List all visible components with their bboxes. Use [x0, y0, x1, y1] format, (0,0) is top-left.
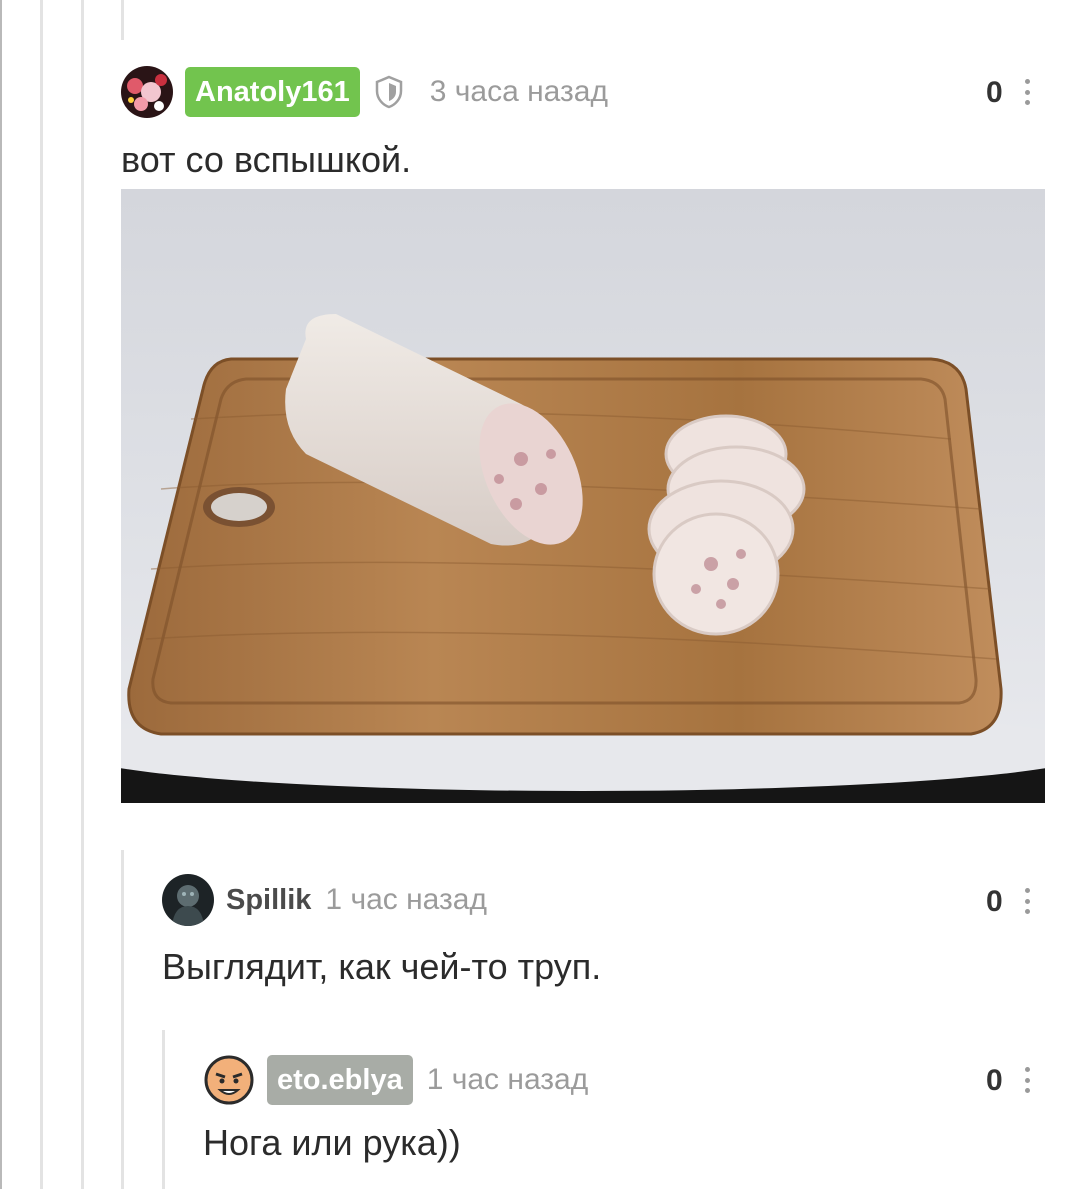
- comment-text: Нога или рука)): [203, 1122, 461, 1163]
- left-edge-line: [0, 0, 2, 1189]
- more-icon[interactable]: [1025, 1067, 1031, 1093]
- avatar[interactable]: [203, 1054, 255, 1106]
- username-badge[interactable]: Anatoly161: [185, 67, 360, 117]
- thread-line[interactable]: [121, 850, 124, 1189]
- more-icon[interactable]: [1025, 888, 1031, 914]
- avatar[interactable]: [162, 874, 214, 926]
- thread-line[interactable]: [121, 0, 124, 40]
- avatar[interactable]: [121, 66, 173, 118]
- comment-rating: 0: [986, 76, 1003, 109]
- thread-line[interactable]: [81, 0, 84, 1189]
- comment-rating: 0: [986, 885, 1003, 918]
- thread-line[interactable]: [162, 1030, 165, 1189]
- comment-text: вот со вспышкой.: [121, 139, 412, 180]
- username[interactable]: Spillik: [226, 884, 311, 917]
- comment-header: eto.eblya 1 час назад: [203, 1054, 588, 1106]
- comment-header: Anatoly161 3 часа назад: [121, 66, 608, 118]
- comment-time: 1 час назад: [426, 1063, 589, 1096]
- comment-text: Выглядит, как чей-то труп.: [162, 946, 602, 987]
- shield-icon: [375, 75, 402, 109]
- comment-rating: 0: [986, 1064, 1003, 1097]
- comment-time: 3 часа назад: [429, 75, 608, 108]
- username-badge[interactable]: eto.eblya: [267, 1055, 413, 1105]
- comment-header: Spillik 1 час назад: [162, 874, 487, 926]
- comment-time: 1 час назад: [325, 883, 487, 916]
- more-icon[interactable]: [1025, 79, 1031, 105]
- thread-line[interactable]: [40, 0, 43, 1189]
- comments-page: Anatoly161 3 часа назад 0 вот со вспышко…: [0, 0, 1080, 1189]
- comment-image[interactable]: [121, 189, 1045, 803]
